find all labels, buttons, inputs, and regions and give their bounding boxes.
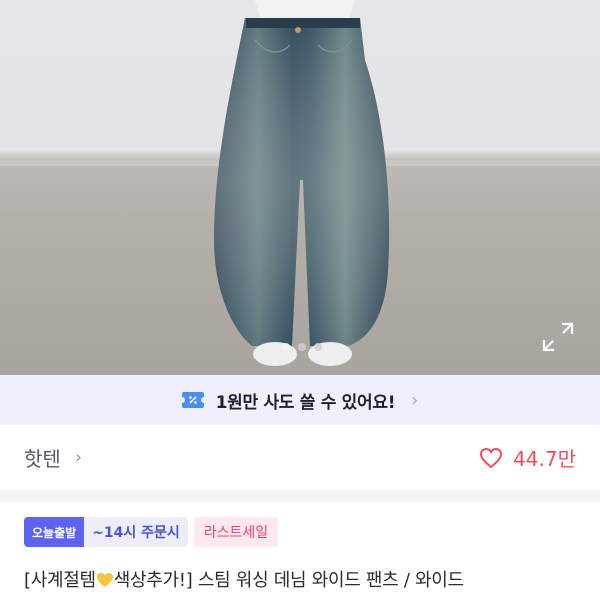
promo-text: 1원만 사도 쓸 수 있어요! [215, 392, 396, 413]
heart-icon [480, 447, 503, 468]
gallery-pagination [282, 343, 322, 351]
shop-link[interactable]: 핫텐 › [24, 443, 82, 472]
shop-row: 핫텐 › 44.7만 [0, 425, 600, 490]
badge-row: 오늘출발 ~14시 주문시 라스트세일 [24, 517, 279, 547]
product-title-prefix: [사계절템 [24, 570, 96, 591]
section-divider [0, 490, 600, 502]
delivery-badge: 오늘출발 ~14시 주문시 [24, 517, 188, 547]
pagination-dot[interactable] [298, 343, 306, 351]
chevron-right-icon: › [411, 389, 419, 411]
shop-name: 핫텐 [24, 447, 61, 471]
expand-icon[interactable] [540, 320, 576, 354]
yellow-heart-icon [96, 573, 113, 587]
coupon-promo-banner[interactable]: 1원만 사도 쓸 수 있어요! › [0, 375, 600, 425]
product-title: [사계절템 색상추가!] 스팀 워싱 데님 와이드 팬츠 / 와이드 [24, 566, 594, 592]
like-count: 44.7만 [513, 447, 576, 471]
product-title-suffix: 색상추가!] 스팀 워싱 데님 와이드 팬츠 / 와이드 [113, 570, 464, 591]
sale-badge: 라스트세일 [193, 517, 279, 547]
coupon-icon [181, 392, 204, 408]
product-photo [214, 0, 390, 366]
pagination-dot[interactable] [282, 343, 290, 351]
product-image-gallery[interactable] [0, 0, 600, 375]
delivery-badge-label: 오늘출발 [24, 517, 85, 547]
delivery-deadline-label: ~14시 주문시 [92, 525, 180, 541]
pagination-dot[interactable] [314, 343, 322, 351]
like-button[interactable]: 44.7만 [479, 443, 576, 472]
chevron-right-icon: › [74, 447, 83, 468]
